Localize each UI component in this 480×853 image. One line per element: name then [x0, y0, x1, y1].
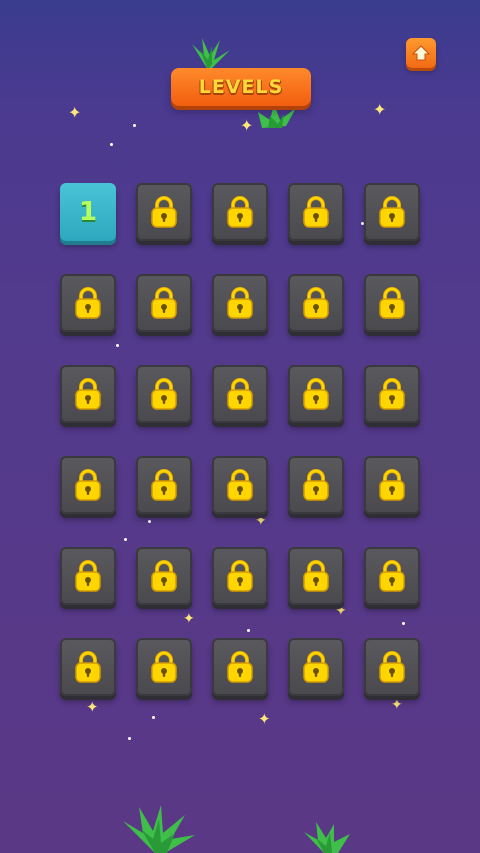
- level-tile-locked[interactable]: [60, 365, 116, 423]
- level-tile-locked[interactable]: [364, 638, 420, 696]
- lock-icon: [73, 286, 103, 320]
- level-tile-locked[interactable]: [136, 547, 192, 605]
- lock-icon: [301, 286, 331, 320]
- lock-icon: [225, 559, 255, 593]
- level-tile-locked[interactable]: [212, 638, 268, 696]
- plant-icon: [123, 805, 195, 853]
- level-tile-locked[interactable]: [136, 638, 192, 696]
- home-button[interactable]: [406, 38, 436, 68]
- level-tile-locked[interactable]: [60, 638, 116, 696]
- level-tile-locked[interactable]: [364, 183, 420, 241]
- plant-icon: [258, 104, 296, 128]
- level-tile-locked[interactable]: [364, 547, 420, 605]
- lock-icon: [73, 559, 103, 593]
- level-tile-locked[interactable]: [136, 274, 192, 332]
- plant-icon: [192, 38, 230, 70]
- lock-icon: [73, 377, 103, 411]
- level-number: 1: [78, 197, 98, 227]
- lock-icon: [377, 286, 407, 320]
- lock-icon: [301, 559, 331, 593]
- plant-icon: [304, 822, 350, 853]
- level-tile-locked[interactable]: [288, 183, 344, 241]
- home-icon: [412, 45, 430, 61]
- lock-icon: [377, 468, 407, 502]
- level-tile-locked[interactable]: [364, 274, 420, 332]
- lock-icon: [73, 650, 103, 684]
- page-title: LEVELS: [198, 76, 284, 98]
- lock-icon: [225, 286, 255, 320]
- level-grid: 1: [60, 183, 420, 696]
- lock-icon: [73, 468, 103, 502]
- level-tile-locked[interactable]: [364, 365, 420, 423]
- level-tile-locked[interactable]: [212, 183, 268, 241]
- lock-icon: [225, 468, 255, 502]
- level-tile-locked[interactable]: [212, 456, 268, 514]
- level-tile-locked[interactable]: [212, 547, 268, 605]
- lock-icon: [301, 468, 331, 502]
- level-tile-locked[interactable]: [60, 547, 116, 605]
- levels-title-plate: LEVELS: [171, 68, 311, 106]
- level-tile-locked[interactable]: [288, 274, 344, 332]
- level-tile-locked[interactable]: [60, 456, 116, 514]
- lock-icon: [301, 650, 331, 684]
- lock-icon: [301, 195, 331, 229]
- level-tile-locked[interactable]: [288, 547, 344, 605]
- lock-icon: [149, 650, 179, 684]
- lock-icon: [377, 195, 407, 229]
- level-tile-unlocked[interactable]: 1: [60, 183, 116, 241]
- lock-icon: [377, 559, 407, 593]
- lock-icon: [149, 468, 179, 502]
- level-tile-locked[interactable]: [288, 638, 344, 696]
- lock-icon: [377, 377, 407, 411]
- level-tile-locked[interactable]: [136, 365, 192, 423]
- level-tile-locked[interactable]: [364, 456, 420, 514]
- level-tile-locked[interactable]: [212, 274, 268, 332]
- lock-icon: [225, 195, 255, 229]
- level-tile-locked[interactable]: [136, 456, 192, 514]
- level-tile-locked[interactable]: [60, 274, 116, 332]
- lock-icon: [301, 377, 331, 411]
- lock-icon: [225, 650, 255, 684]
- level-tile-locked[interactable]: [288, 456, 344, 514]
- level-tile-locked[interactable]: [136, 183, 192, 241]
- lock-icon: [225, 377, 255, 411]
- lock-icon: [377, 650, 407, 684]
- lock-icon: [149, 377, 179, 411]
- lock-icon: [149, 286, 179, 320]
- level-tile-locked[interactable]: [212, 365, 268, 423]
- lock-icon: [149, 195, 179, 229]
- lock-icon: [149, 559, 179, 593]
- level-tile-locked[interactable]: [288, 365, 344, 423]
